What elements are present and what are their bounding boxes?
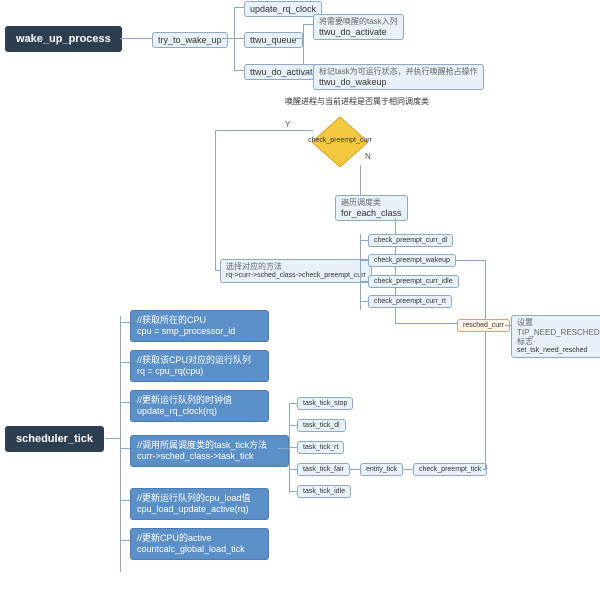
- label-n: N: [365, 152, 371, 161]
- ttwu-do-activate-2: ttwu_do_activate: [244, 64, 324, 80]
- tick-block-0: //获取所在的CPUcpu = smp_processor_id: [130, 310, 269, 342]
- ttwu-do-wakeup: 标记task为可运行状态，并执行唤醒抢占操作 ttwu_do_wakeup: [313, 64, 484, 90]
- tick-block-2: //更新运行队列的时钟值update_rq_clock(rq): [130, 390, 269, 422]
- task-tick-idle: task_tick_idle: [297, 485, 351, 498]
- check-preempt-curr-label: check_preempt_curr: [295, 137, 385, 144]
- cp-curr-dl: check_preempt_curr_dl: [368, 234, 453, 247]
- ttwu-queue: ttwu_queue: [244, 32, 303, 48]
- tick-block-4: //更新运行队列的cpu_load值cpu_load_update_active…: [130, 488, 269, 520]
- task-tick-stop: task_tick_stop: [297, 397, 353, 410]
- task-tick-fair: task_tick_fair: [297, 463, 350, 476]
- cp-wakeup: check_preempt_wakeup: [368, 254, 456, 267]
- ttwu-do-activate: 将需要唤醒的task入列 ttwu_do_activate: [313, 14, 404, 40]
- same-class-note: 唤醒进程与当前进程是否属于相同调度类: [285, 96, 429, 107]
- set-tsk-need-resched: 设置TIP_NEED_RESCHED标志 set_tsk_need_resche…: [511, 315, 600, 358]
- update-rq-clock: update_rq_clock: [244, 1, 322, 17]
- wake-up-process: wake_up_process: [5, 26, 122, 52]
- for-each-class: 遍历调度类 for_each_class: [335, 195, 408, 221]
- tick-block-3: //调用所属调度类的task_tick方法curr->sched_class->…: [130, 435, 289, 467]
- check-preempt-tick: check_preempt_tick: [413, 463, 487, 476]
- tick-block-5: //更新CPU的activecountcalc_global_load_tick: [130, 528, 269, 560]
- label-y: Y: [285, 120, 290, 129]
- select-method: 选择对应的方法 rq->curr->sched_class->check_pre…: [220, 259, 372, 283]
- tick-block-1: //获取该CPU对应的运行队列rq = cpu_rq(cpu): [130, 350, 269, 382]
- cp-curr-rt: check_preempt_curr_rt: [368, 295, 452, 308]
- cp-curr-idle: check_preempt_curr_idle: [368, 275, 459, 288]
- resched-curr: resched_curr: [457, 319, 510, 332]
- task-tick-rt: task_tick_rt: [297, 441, 344, 454]
- entity-tick: entity_tick: [360, 463, 403, 476]
- task-tick-dl: task_tick_dl: [297, 419, 346, 432]
- scheduler-tick: scheduler_tick: [5, 426, 104, 452]
- try-to-wake-up: try_to_wake_up: [152, 32, 228, 48]
